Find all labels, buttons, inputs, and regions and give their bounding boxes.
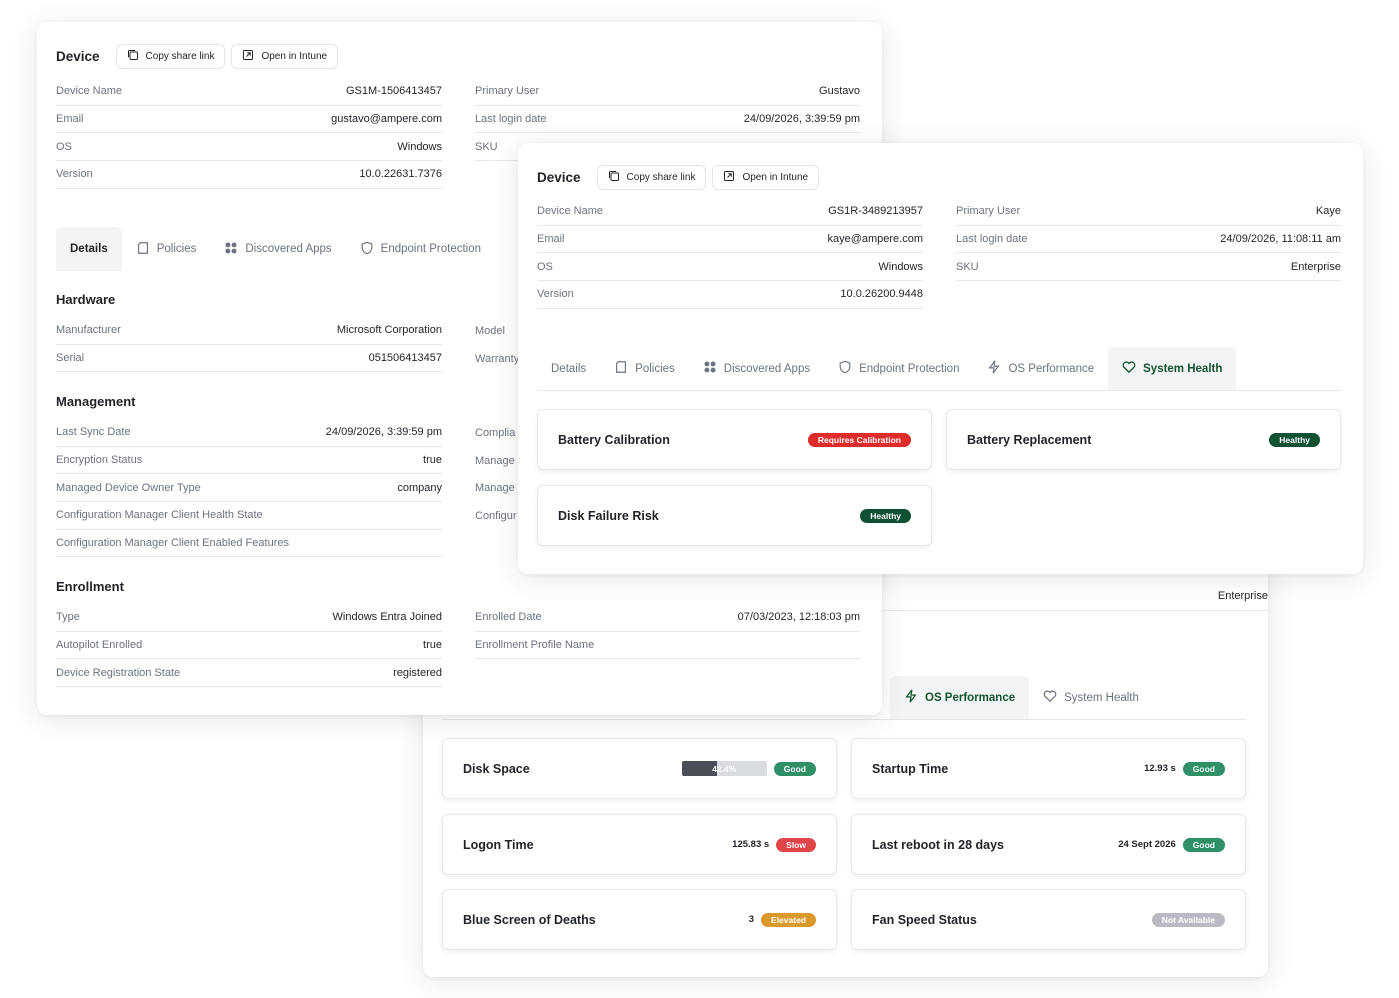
enrollment-left: Type Windows Entra Joined Autopilot Enrol… — [56, 604, 442, 688]
shield-icon — [360, 241, 374, 258]
health-card-disk-failure-risk[interactable]: Disk Failure Risk Healthy — [537, 485, 932, 546]
status-badge: Elevated — [761, 912, 816, 927]
status-badge: Good — [1182, 761, 1225, 776]
device-panel-kaye: Device Copy share link Open in Intune De… — [518, 143, 1363, 574]
panel-header: Device Copy share link Open in Intune — [56, 44, 339, 69]
tab-system-health[interactable]: System Health — [1108, 347, 1237, 390]
document-icon — [136, 241, 150, 258]
copy-share-link-button[interactable]: Copy share link — [596, 165, 707, 190]
disk-usage-bar: 42.4% — [681, 761, 767, 776]
metric-card-startup-time[interactable]: Startup Time 12.93 s Good — [851, 738, 1246, 799]
document-icon — [614, 360, 628, 377]
status-badge: Requires Calibration — [807, 432, 911, 447]
metric-card-blue-screen[interactable]: Blue Screen of Deaths 3 Elevated — [442, 889, 837, 950]
management-title: Management — [56, 394, 136, 409]
open-in-intune-button[interactable]: Open in Intune — [231, 44, 339, 69]
external-link-icon — [242, 49, 254, 64]
external-link-icon — [723, 170, 735, 185]
tab-discovered-apps[interactable]: Discovered Apps — [689, 347, 824, 390]
metric-card-disk-space[interactable]: Disk Space 42.4% Good — [442, 738, 837, 799]
hardware-title: Hardware — [56, 292, 116, 307]
copy-icon — [127, 49, 139, 64]
tab-endpoint-protection[interactable]: Endpoint Protection — [346, 227, 495, 271]
tab-details[interactable]: Details — [56, 227, 122, 271]
metric-card-fan-speed[interactable]: Fan Speed Status Not Available — [851, 889, 1246, 950]
copy-share-link-button[interactable]: Copy share link — [115, 44, 226, 69]
panel-title: Device — [537, 170, 581, 185]
tab-bar: Details Policies Discovered Apps Endpoin… — [537, 347, 1342, 391]
heart-icon — [1043, 689, 1057, 706]
status-badge: Not Available — [1151, 912, 1225, 927]
device-info-left: Device Name GS1R-3489213957 Email kaye@amp… — [537, 198, 923, 309]
device-info-left: Device Name GS1M-1506413457 Email gustavo@… — [56, 78, 442, 189]
bolt-icon — [904, 689, 918, 706]
status-badge: Healthy — [860, 508, 911, 523]
status-badge: Healthy — [1269, 432, 1320, 447]
status-badge: Slow — [776, 837, 816, 852]
metric-card-logon-time[interactable]: Logon Time 125.83 s Slow — [442, 814, 837, 875]
tab-os-performance[interactable]: OS Performance — [890, 676, 1030, 719]
management-left: Last Sync Date 24/09/2026, 3:39:59 pm Enc… — [56, 419, 442, 558]
tab-endpoint-protection[interactable]: Endpoint Protection — [824, 347, 973, 390]
tab-policies[interactable]: Policies — [122, 227, 211, 271]
heart-icon — [1122, 360, 1136, 377]
status-badge: Good — [773, 761, 816, 776]
metric-card-last-reboot[interactable]: Last reboot in 28 days 24 Sept 2026 Good — [851, 814, 1246, 875]
tab-os-performance[interactable]: OS Performance — [973, 347, 1108, 390]
tab-details[interactable]: Details — [537, 347, 600, 390]
panel-title: Device — [56, 49, 100, 64]
tab-bar: Details Policies Discovered Apps Endpoin… — [56, 227, 536, 271]
health-card-battery-calibration[interactable]: Battery Calibration Requires Calibration — [537, 409, 932, 470]
sku-row: Enterprise — [882, 583, 1268, 611]
health-card-battery-replacement[interactable]: Battery Replacement Healthy — [946, 409, 1341, 470]
hardware-left: Manufacturer Microsoft Corporation Serial… — [56, 317, 442, 373]
apps-grid-icon — [703, 360, 717, 377]
enrollment-title: Enrollment — [56, 579, 124, 594]
status-badge: Good — [1182, 837, 1225, 852]
shield-icon — [838, 360, 852, 377]
device-info-right: Primary User Kaye Last login date 24/09/20… — [956, 198, 1341, 282]
tab-discovered-apps[interactable]: Discovered Apps — [210, 227, 345, 271]
bolt-icon — [987, 360, 1001, 377]
copy-icon — [608, 170, 620, 185]
panel-header: Device Copy share link Open in Intune — [537, 165, 820, 190]
sku-value: Enterprise — [1217, 590, 1268, 603]
tab-system-health[interactable]: System Health — [1029, 676, 1153, 719]
apps-grid-icon — [224, 241, 238, 258]
tab-policies[interactable]: Policies — [600, 347, 689, 390]
enrollment-right: Enrolled Date 07/03/2023, 12:18:03 pm Enr… — [475, 604, 860, 660]
open-in-intune-button[interactable]: Open in Intune — [712, 165, 820, 190]
